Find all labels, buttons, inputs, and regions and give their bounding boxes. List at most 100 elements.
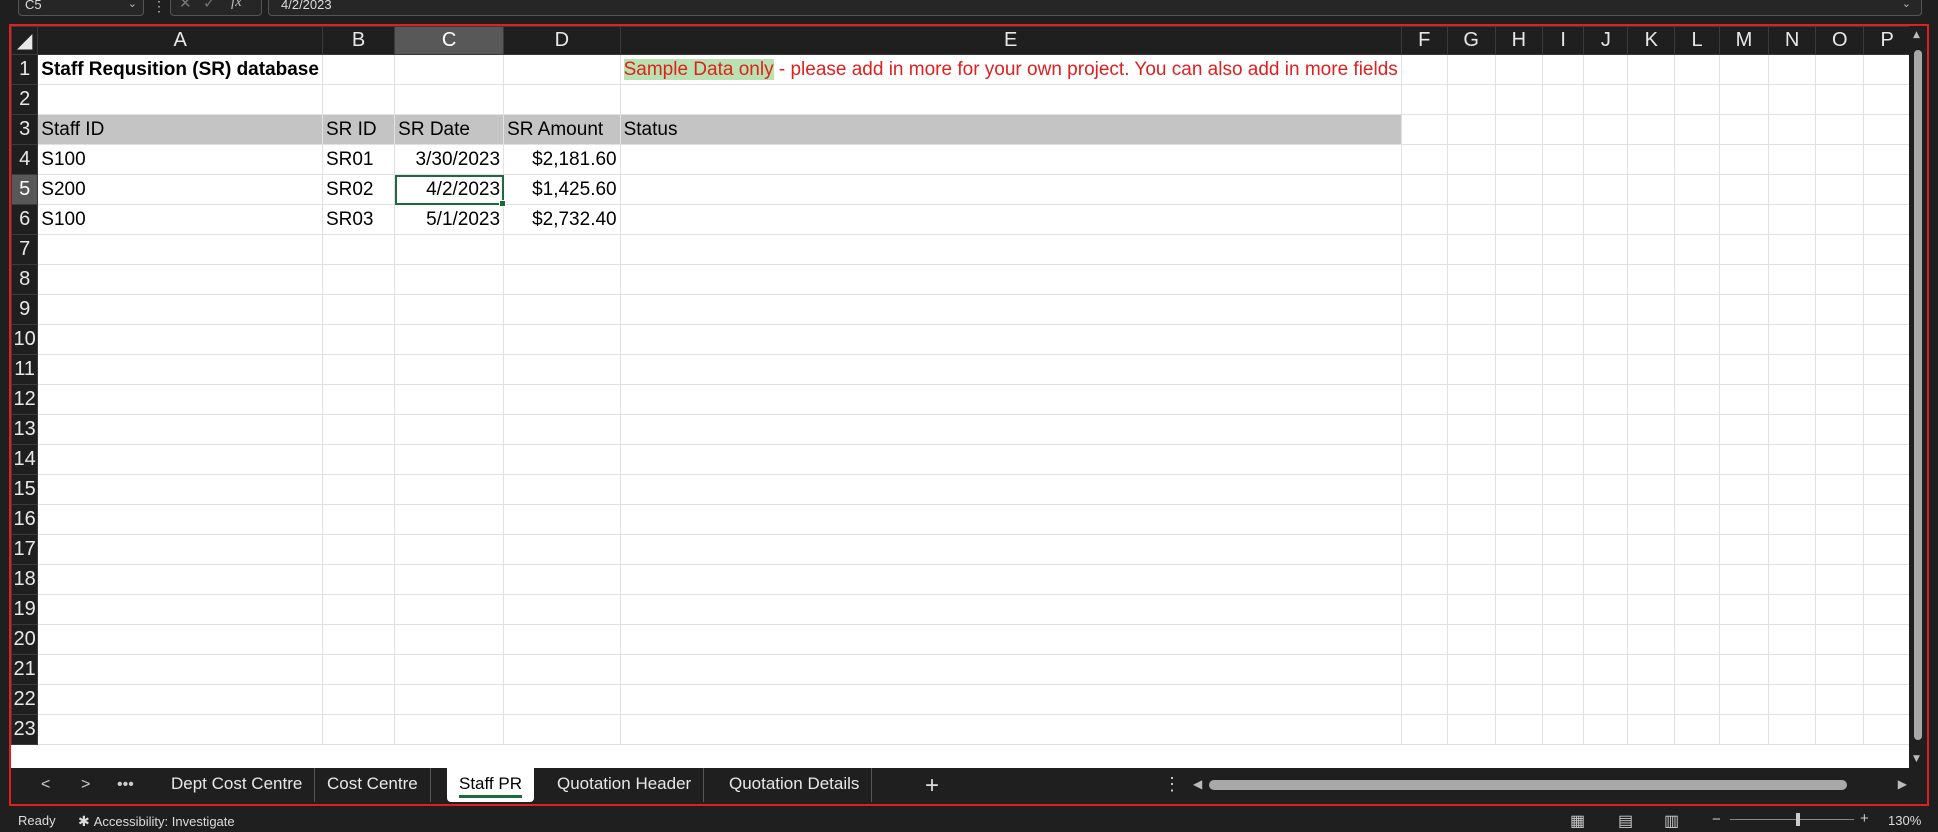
cell[interactable] <box>1719 324 1769 355</box>
cell[interactable] <box>1627 564 1676 595</box>
cell[interactable] <box>1719 54 1769 85</box>
column-header[interactable]: E <box>619 26 1402 55</box>
column-header[interactable]: B <box>321 26 396 55</box>
cell[interactable] <box>1541 504 1585 535</box>
cell[interactable] <box>394 564 505 595</box>
cell[interactable] <box>37 294 323 325</box>
active-cell[interactable]: 4/2/2023 <box>394 174 507 208</box>
row-header[interactable]: 6 <box>11 204 39 235</box>
cell[interactable] <box>321 474 396 505</box>
cell[interactable] <box>503 564 621 595</box>
cell[interactable] <box>1815 624 1865 655</box>
cell[interactable] <box>1583 114 1629 145</box>
cell[interactable] <box>503 324 621 355</box>
table-header-cell[interactable]: SR ID <box>321 114 396 145</box>
cell[interactable] <box>1494 684 1543 715</box>
cell[interactable] <box>321 414 396 445</box>
cell[interactable] <box>1400 714 1448 745</box>
cell[interactable] <box>1719 204 1769 235</box>
cell[interactable] <box>1863 354 1911 385</box>
cell[interactable] <box>321 654 396 685</box>
cell[interactable] <box>1494 234 1543 265</box>
cell[interactable] <box>1400 474 1448 505</box>
vertical-scroll-thumb[interactable] <box>1914 50 1922 740</box>
data-cell[interactable]: S200 <box>37 174 323 205</box>
cell[interactable] <box>1400 324 1448 355</box>
cell[interactable] <box>619 444 1402 475</box>
cell[interactable] <box>1627 534 1676 565</box>
cell[interactable] <box>1674 384 1721 415</box>
cell[interactable] <box>1583 534 1629 565</box>
horizontal-scroll-thumb[interactable] <box>1209 780 1847 790</box>
cell[interactable] <box>1719 684 1769 715</box>
cell[interactable] <box>1767 654 1817 685</box>
cell[interactable] <box>1674 234 1721 265</box>
cell[interactable] <box>1446 684 1496 715</box>
cell[interactable] <box>1767 414 1817 445</box>
cell[interactable] <box>1446 564 1496 595</box>
cell[interactable] <box>1583 384 1629 415</box>
cell[interactable] <box>1446 294 1496 325</box>
column-header[interactable]: O <box>1815 26 1865 55</box>
cell[interactable] <box>1541 534 1585 565</box>
cell[interactable] <box>37 564 323 595</box>
scroll-right-icon[interactable]: ▶ <box>1898 777 1907 791</box>
cell[interactable] <box>321 324 396 355</box>
cell[interactable] <box>1494 444 1543 475</box>
cell[interactable] <box>321 594 396 625</box>
table-header-cell[interactable]: SR Date <box>394 114 505 145</box>
accessibility-status[interactable]: ✱ Accessibility: Investigate <box>78 813 235 830</box>
cell[interactable] <box>1494 144 1543 175</box>
zoom-level[interactable]: 130% <box>1888 813 1921 828</box>
cell[interactable] <box>619 684 1402 715</box>
cell[interactable] <box>1400 654 1448 685</box>
cell[interactable] <box>619 294 1402 325</box>
cell[interactable] <box>394 54 505 85</box>
cell[interactable] <box>1446 654 1496 685</box>
cell[interactable] <box>1541 654 1585 685</box>
cell[interactable] <box>1583 54 1629 85</box>
cell[interactable] <box>1674 684 1721 715</box>
scroll-up-icon[interactable]: ▲ <box>1913 30 1920 40</box>
cell[interactable] <box>1446 114 1496 145</box>
cell[interactable] <box>503 504 621 535</box>
cell[interactable] <box>1767 54 1817 85</box>
table-header-cell[interactable]: Staff ID <box>37 114 323 145</box>
cell[interactable] <box>1863 324 1911 355</box>
cell[interactable] <box>1719 444 1769 475</box>
cell[interactable] <box>1446 714 1496 745</box>
sample-note-cell[interactable]: Sample Data only - please add in more fo… <box>619 54 1402 85</box>
cell[interactable] <box>503 234 621 265</box>
more-vertical-icon[interactable]: ⋮ <box>1163 774 1181 795</box>
cell[interactable] <box>1494 54 1543 85</box>
cell[interactable] <box>1400 144 1448 175</box>
cell[interactable] <box>1767 444 1817 475</box>
cell[interactable] <box>394 594 505 625</box>
sheet-table[interactable]: ◢ A B C D E F G H I J K L M N O P 1 Staf… <box>11 26 1911 745</box>
cell[interactable] <box>321 54 396 85</box>
cell[interactable] <box>1767 684 1817 715</box>
row-header[interactable]: 9 <box>11 294 39 325</box>
cell[interactable] <box>37 264 323 295</box>
cell[interactable] <box>503 624 621 655</box>
cell[interactable] <box>1815 54 1865 85</box>
cell[interactable] <box>1446 384 1496 415</box>
cancel-icon[interactable]: ✕ <box>179 0 192 12</box>
cell[interactable] <box>37 414 323 445</box>
cell[interactable] <box>1674 114 1721 145</box>
cell[interactable] <box>1583 684 1629 715</box>
cell[interactable] <box>1767 504 1817 535</box>
cell[interactable] <box>1863 54 1911 85</box>
cell[interactable] <box>1815 144 1865 175</box>
cell[interactable] <box>1400 504 1448 535</box>
cell[interactable] <box>1863 264 1911 295</box>
cell[interactable] <box>1674 354 1721 385</box>
cell[interactable] <box>1627 474 1676 505</box>
cell[interactable] <box>1541 594 1585 625</box>
cell[interactable] <box>1627 354 1676 385</box>
data-cell[interactable] <box>619 144 1402 175</box>
table-header-cell[interactable]: SR Amount <box>503 114 621 145</box>
data-cell[interactable]: $2,181.60 <box>503 144 621 175</box>
cell[interactable] <box>1863 534 1911 565</box>
cell[interactable] <box>37 444 323 475</box>
